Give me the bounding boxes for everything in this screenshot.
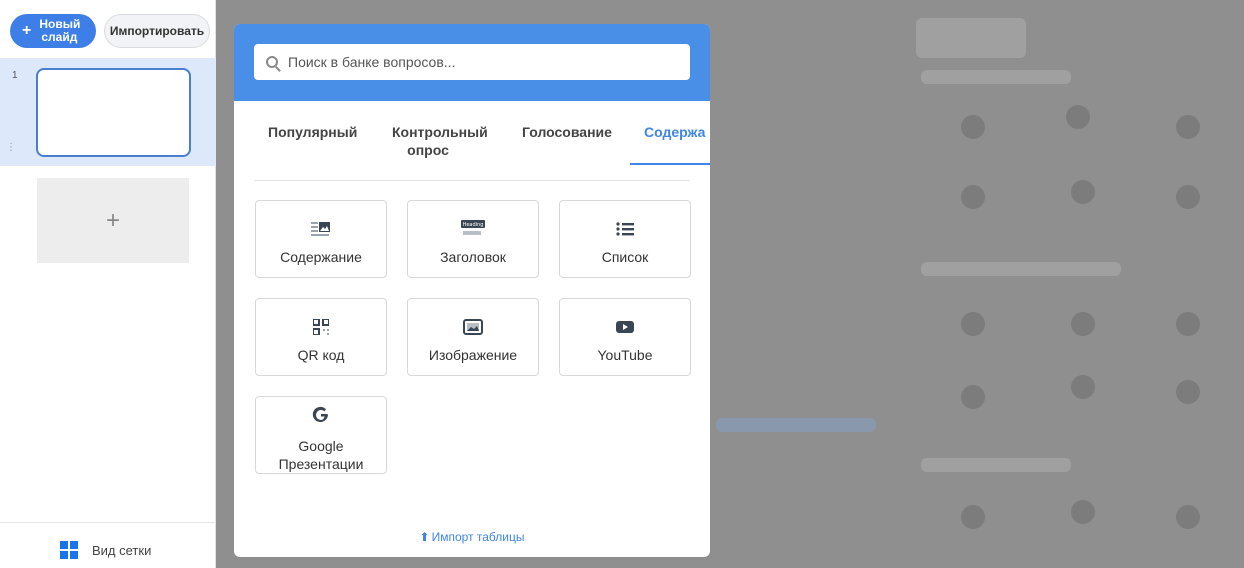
blurred-block bbox=[716, 418, 876, 432]
svg-text:Heading: Heading bbox=[463, 222, 484, 228]
blurred-icon bbox=[961, 505, 985, 529]
card-label: QR код bbox=[297, 347, 345, 363]
card-label: Заголовок bbox=[440, 249, 506, 265]
slide-number: 1 bbox=[12, 70, 18, 81]
image-card[interactable]: Изображение bbox=[407, 298, 539, 376]
blurred-icon bbox=[961, 115, 985, 139]
blurred-icon bbox=[961, 312, 985, 336]
blurred-icon bbox=[961, 385, 985, 409]
tab-bar: Популярный Контрольный опрос Голосование… bbox=[234, 101, 710, 181]
card-label: Список bbox=[601, 249, 649, 265]
search-icon bbox=[266, 56, 278, 68]
blurred-icon bbox=[1071, 312, 1095, 336]
search-input[interactable]: Поиск в банке вопросов... bbox=[254, 44, 690, 80]
blurred-block bbox=[921, 458, 1071, 472]
blurred-icon bbox=[961, 185, 985, 209]
new-slide-label: Новый слайд bbox=[39, 17, 81, 44]
slide-sidebar: + Новый слайд Импортировать 1 ⋮ + Вид се… bbox=[0, 0, 216, 568]
tab-voting[interactable]: Голосование bbox=[522, 123, 612, 141]
blurred-block bbox=[921, 70, 1071, 84]
blurred-icon bbox=[1066, 105, 1090, 129]
list-card[interactable]: Список bbox=[559, 200, 691, 278]
grid-view-button[interactable]: Вид сетки bbox=[60, 541, 151, 559]
add-slide-button[interactable]: + bbox=[37, 178, 189, 263]
blurred-icon bbox=[1176, 115, 1200, 139]
import-table-label: Импорт таблицы bbox=[431, 530, 525, 544]
tab-content[interactable]: Содержа bbox=[644, 123, 705, 141]
text-image-icon bbox=[311, 221, 331, 237]
plus-icon: + bbox=[22, 22, 32, 39]
google-slides-card[interactable]: Google Презентации bbox=[255, 396, 387, 474]
import-table-link[interactable]: ⬆ Импорт таблицы bbox=[234, 530, 710, 544]
blurred-icon bbox=[1176, 185, 1200, 209]
card-label: YouTube bbox=[597, 347, 653, 363]
slide-thumbnail[interactable] bbox=[36, 68, 191, 157]
list-icon bbox=[616, 221, 634, 237]
drag-handle-icon[interactable]: ⋮ bbox=[6, 142, 16, 153]
card-label: Содержание bbox=[280, 249, 362, 265]
content-card[interactable]: Содержание bbox=[255, 200, 387, 278]
youtube-icon bbox=[616, 319, 634, 335]
slide-list-item[interactable]: 1 ⋮ bbox=[0, 58, 216, 166]
blurred-icon bbox=[1071, 500, 1095, 524]
tab-divider bbox=[254, 180, 690, 181]
card-label: Google Презентации bbox=[278, 438, 364, 472]
heading-card[interactable]: Heading Заголовок bbox=[407, 200, 539, 278]
google-icon bbox=[312, 406, 330, 423]
blurred-block bbox=[921, 262, 1121, 276]
new-slide-button[interactable]: + Новый слайд bbox=[10, 14, 96, 48]
blurred-icon bbox=[1176, 505, 1200, 529]
card-label: Изображение bbox=[428, 347, 518, 363]
active-tab-indicator bbox=[630, 163, 710, 165]
grid-view-label: Вид сетки bbox=[92, 542, 152, 558]
qr-code-card[interactable]: QR код bbox=[255, 298, 387, 376]
blurred-icon bbox=[1071, 375, 1095, 399]
qr-code-icon bbox=[313, 319, 329, 335]
question-bank-modal: Поиск в банке вопросов... Популярный Кон… bbox=[234, 24, 710, 557]
blurred-icon bbox=[1176, 312, 1200, 336]
heading-icon: Heading bbox=[461, 220, 485, 237]
sidebar-footer: Вид сетки bbox=[0, 522, 216, 568]
tab-survey[interactable]: Контрольный опрос bbox=[392, 123, 488, 159]
modal-header: Поиск в банке вопросов... bbox=[234, 24, 710, 101]
search-placeholder: Поиск в банке вопросов... bbox=[288, 54, 456, 70]
upload-icon: ⬆ bbox=[419, 530, 430, 544]
tab-popular[interactable]: Популярный bbox=[268, 123, 357, 141]
blurred-icon bbox=[1176, 380, 1200, 404]
youtube-card[interactable]: YouTube bbox=[559, 298, 691, 376]
image-icon bbox=[463, 319, 483, 335]
import-button[interactable]: Импортировать bbox=[104, 14, 210, 48]
grid-icon bbox=[60, 541, 78, 559]
blurred-icon bbox=[1071, 180, 1095, 204]
blurred-block bbox=[916, 18, 1026, 58]
